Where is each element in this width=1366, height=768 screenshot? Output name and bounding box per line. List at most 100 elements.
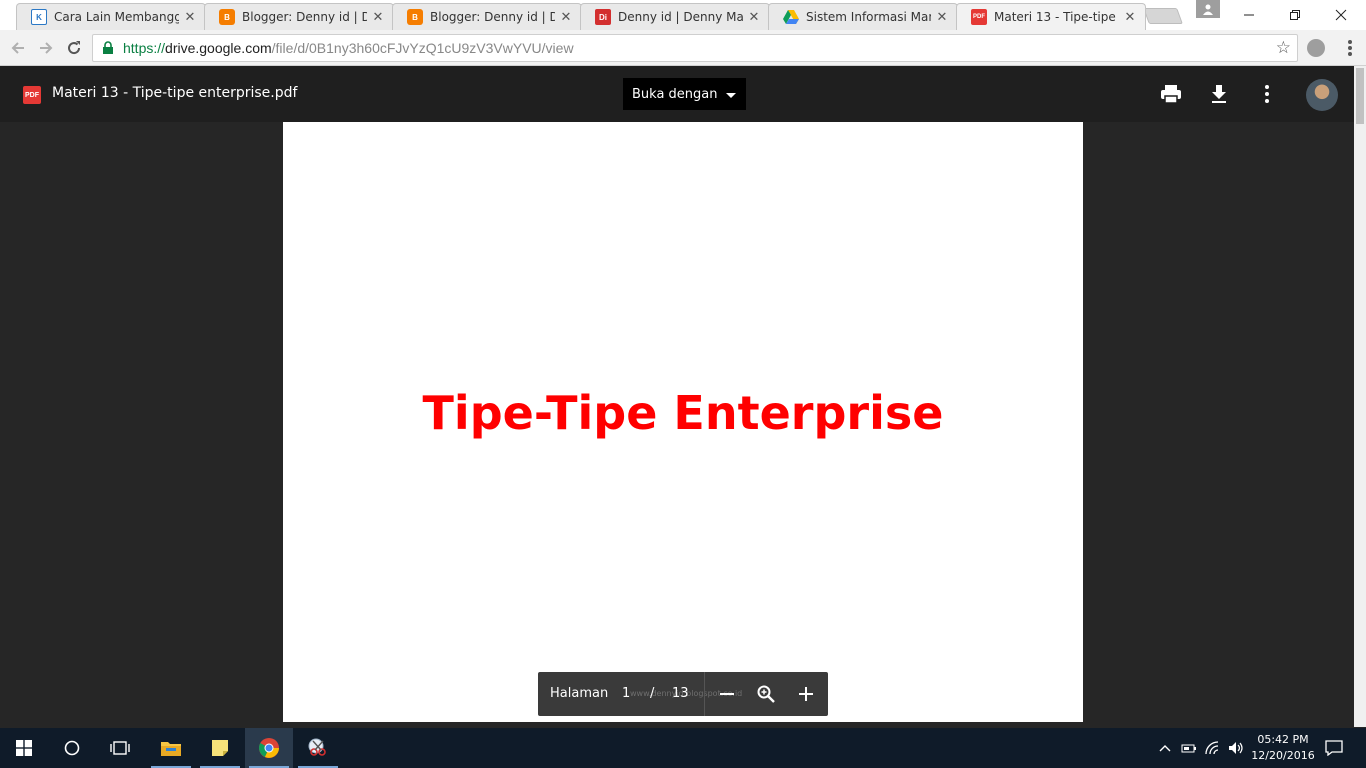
tab-strip: K Cara Lain Membanggakan ✕ B Blogger: De… (0, 0, 1366, 30)
close-window-button[interactable] (1318, 0, 1364, 30)
restore-icon (1290, 10, 1300, 20)
drive-viewer-header: PDF Materi 13 - Tipe-tipe enterprise.pdf… (0, 66, 1354, 122)
wifi-icon (1205, 741, 1219, 755)
tab-title: Cara Lain Membanggakan (54, 10, 179, 24)
cortana-circle-icon (64, 740, 80, 756)
reload-button[interactable] (62, 36, 86, 60)
profile-button[interactable] (1196, 0, 1220, 18)
chrome-icon (259, 738, 279, 758)
tab-title: Denny id | Denny Marcel (618, 10, 743, 24)
close-icon[interactable]: ✕ (747, 9, 761, 25)
battery-button[interactable] (1181, 740, 1197, 756)
minimize-icon (1244, 14, 1254, 16)
extension-icon[interactable] (1307, 39, 1325, 57)
tab-title: Sistem Informasi Manajemen (806, 10, 931, 24)
chevron-up-icon (1159, 745, 1171, 752)
clock-date: 12/20/2016 (1251, 749, 1315, 762)
battery-icon (1181, 744, 1196, 753)
tab-5[interactable]: Sistem Informasi Manajemen ✕ (768, 3, 958, 30)
drive-icon (783, 9, 799, 25)
download-icon (1212, 85, 1226, 103)
scrollbar[interactable] (1354, 66, 1366, 727)
browser-menu-button[interactable] (1340, 38, 1360, 58)
reload-icon (68, 41, 81, 55)
sticky-notes-button[interactable] (196, 728, 244, 768)
more-options-button[interactable] (1255, 82, 1279, 106)
more-vert-icon (1265, 85, 1269, 103)
minus-icon (720, 693, 734, 695)
lock-icon (103, 41, 113, 54)
start-button[interactable] (0, 728, 48, 768)
tab-1[interactable]: K Cara Lain Membanggakan ✕ (16, 3, 206, 30)
sticky-note-icon (212, 740, 228, 756)
task-view-button[interactable] (96, 728, 144, 768)
blogger-icon: B (407, 9, 423, 25)
bookmark-star-icon[interactable]: ☆ (1276, 38, 1291, 58)
scrollbar-thumb[interactable] (1356, 68, 1364, 124)
total-pages: 13 (672, 686, 689, 701)
tab-title: Blogger: Denny id | Denny (242, 10, 367, 24)
minimize-button[interactable] (1226, 0, 1272, 30)
close-icon[interactable]: ✕ (935, 9, 949, 25)
tab-3[interactable]: B Blogger: Denny id | Denny ✕ (392, 3, 582, 30)
page-separator: / (650, 686, 655, 701)
speaker-icon (1229, 742, 1243, 754)
zoom-reset-button[interactable] (754, 682, 778, 706)
arrow-left-icon (11, 42, 24, 54)
file-explorer-button[interactable] (147, 728, 195, 768)
close-icon[interactable]: ✕ (559, 9, 573, 25)
zoom-in-button[interactable] (794, 682, 818, 706)
show-hidden-icons-button[interactable] (1157, 740, 1173, 756)
taskbar: 05:42 PM 12/20/2016 (0, 728, 1366, 768)
tab-6[interactable]: PDF Materi 13 - Tipe-tipe enterprise ✕ (956, 3, 1146, 30)
close-icon[interactable]: ✕ (1123, 9, 1137, 25)
caret-down-icon (725, 92, 736, 98)
screen: K Cara Lain Membanggakan ✕ B Blogger: De… (0, 0, 1366, 768)
page-controls: Halaman www.dennyid.blogspot.co.id 1 / 1… (538, 672, 828, 716)
print-button[interactable] (1159, 82, 1183, 106)
clock[interactable]: 05:42 PM 12/20/2016 (1248, 732, 1318, 764)
di-red-icon: Di (595, 9, 611, 25)
search-button[interactable] (48, 728, 96, 768)
download-button[interactable] (1207, 82, 1231, 106)
notification-icon (1325, 740, 1343, 756)
action-center-button[interactable] (1325, 740, 1343, 756)
volume-button[interactable] (1228, 740, 1244, 756)
clock-time: 05:42 PM (1257, 733, 1309, 746)
folder-icon (161, 742, 181, 756)
avatar[interactable] (1306, 79, 1338, 111)
browser-toolbar: https://drive.google.com/file/d/0B1ny3h6… (0, 30, 1366, 66)
scissors-icon (308, 738, 326, 756)
zoom-out-button[interactable] (715, 682, 739, 706)
back-button[interactable] (6, 36, 30, 60)
person-icon (1203, 4, 1213, 15)
url-path: /file/d/0B1ny3h60cFJvYzQ1cU9zV3VwYVU/vie… (271, 40, 574, 56)
pdf-icon: PDF (23, 86, 41, 104)
page-label: Halaman (550, 686, 609, 701)
file-title: Materi 13 - Tipe-tipe enterprise.pdf (52, 85, 298, 101)
forward-button[interactable] (34, 36, 58, 60)
new-tab-button[interactable] (1143, 8, 1183, 24)
pdf-icon: PDF (971, 9, 987, 25)
close-icon (1335, 9, 1347, 21)
plus-icon (799, 687, 813, 701)
close-icon[interactable]: ✕ (371, 9, 385, 25)
snipping-tool-button[interactable] (294, 728, 342, 768)
tab-2[interactable]: B Blogger: Denny id | Denny ✕ (204, 3, 394, 30)
print-icon (1161, 85, 1181, 104)
wifi-button[interactable] (1205, 740, 1221, 756)
open-with-label: Buka dengan (632, 86, 718, 102)
restore-button[interactable] (1272, 0, 1318, 30)
open-with-button[interactable]: Buka dengan (623, 78, 746, 110)
chrome-button[interactable] (245, 728, 293, 768)
address-bar[interactable]: https://drive.google.com/file/d/0B1ny3h6… (92, 34, 1298, 62)
k-blue-icon: K (31, 9, 47, 25)
tab-4[interactable]: Di Denny id | Denny Marcel ✕ (580, 3, 770, 30)
current-page-input[interactable]: 1 (622, 686, 630, 701)
slide-title: Tipe-Tipe Enterprise (422, 386, 944, 440)
divider (704, 672, 705, 716)
url-scheme: https:// (123, 40, 166, 56)
tab-title: Blogger: Denny id | Denny (430, 10, 555, 24)
close-icon[interactable]: ✕ (183, 9, 197, 25)
zoom-icon (757, 685, 775, 703)
